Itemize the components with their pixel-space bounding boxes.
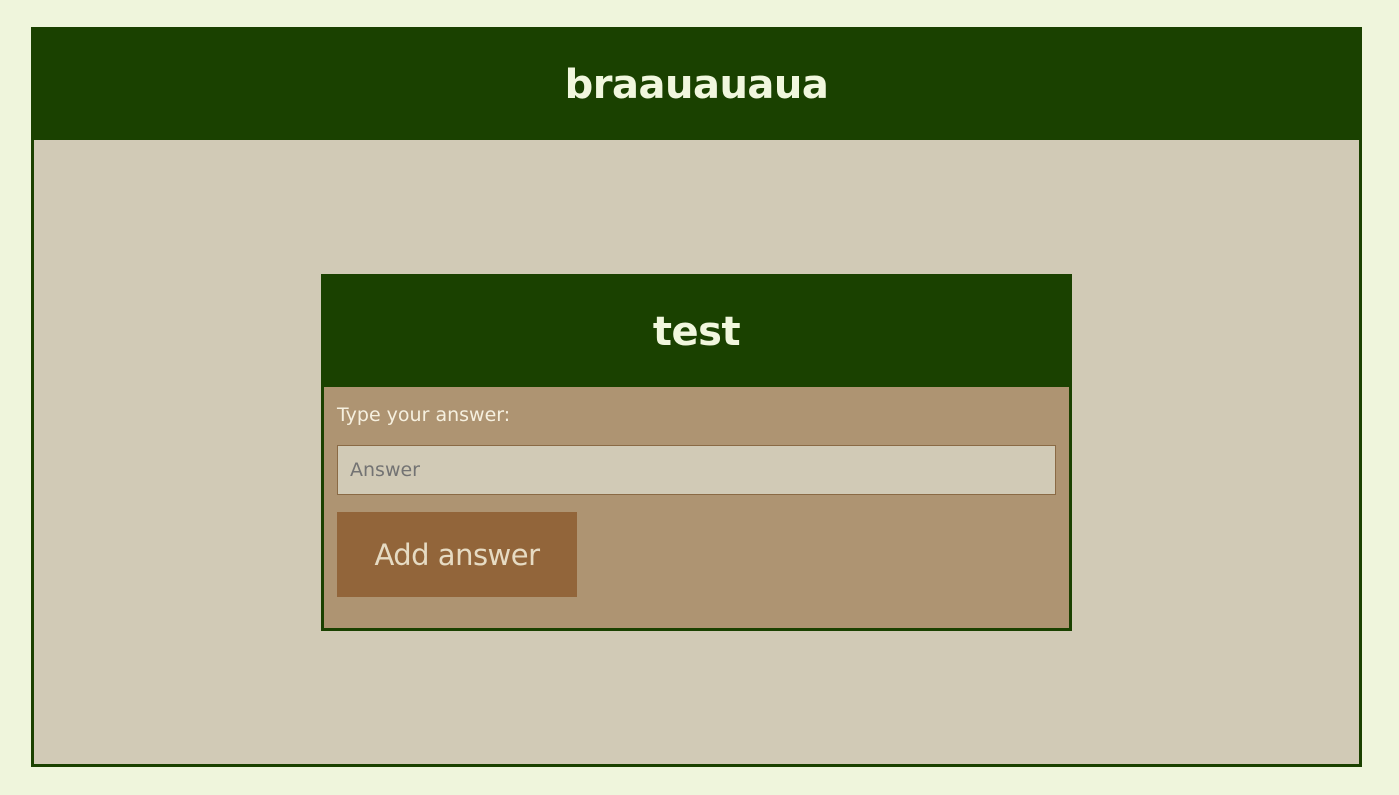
add-answer-button[interactable]: Add answer [337,512,577,597]
answer-label: Type your answer: [337,404,511,426]
page-container: braauauaua test Type your answer: Add an… [31,27,1362,767]
answer-input[interactable] [337,445,1056,495]
question-card: test Type your answer: Add answer [321,274,1072,631]
question-card-body: Type your answer: Add answer [324,387,1069,597]
question-title: test [652,309,741,355]
question-card-header: test [324,277,1069,387]
page-title: braauauaua [564,62,829,108]
page-header: braauauaua [34,30,1359,140]
